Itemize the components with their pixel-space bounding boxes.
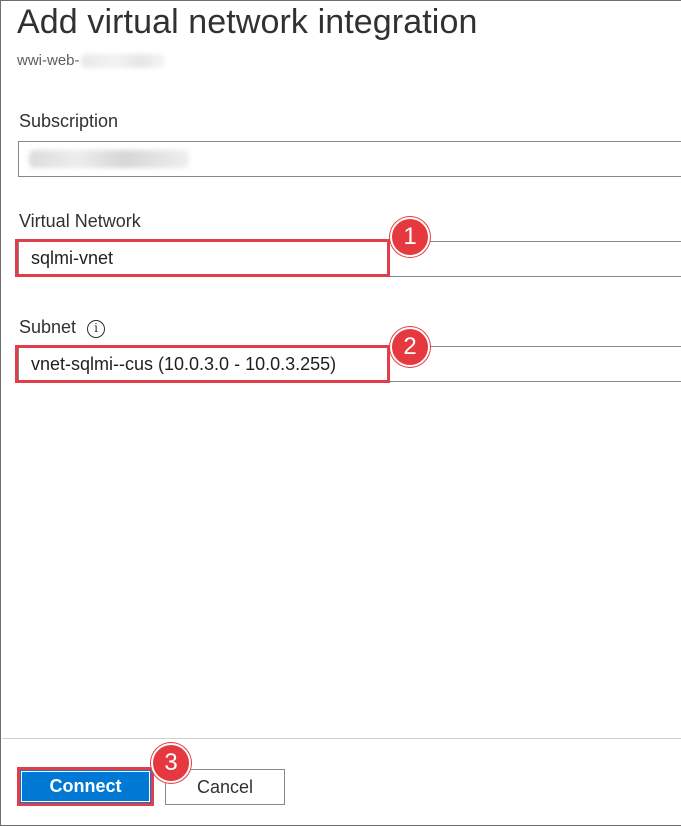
subnet-label: Subnet — [19, 317, 77, 337]
callout-badge-2: 2 — [390, 327, 430, 367]
callout-badge-3: 3 — [151, 743, 191, 783]
app-name-text: wwi-web- — [17, 52, 80, 69]
redacted-subscription-value — [29, 150, 189, 168]
virtual-network-label: Virtual Network — [19, 211, 141, 231]
app-name-subtitle: wwi-web- — [17, 52, 165, 69]
redacted-app-name — [80, 54, 165, 69]
page-title: Add virtual network integration — [17, 3, 478, 41]
subscription-label: Subscription — [19, 111, 119, 131]
info-icon[interactable]: i — [87, 320, 105, 338]
subnet-value[interactable]: vnet-sqlmi--cus (10.0.3.0 - 10.0.3.255) — [15, 345, 390, 383]
subscription-select[interactable] — [18, 141, 681, 177]
add-vnet-integration-panel: Add virtual network integration wwi-web-… — [0, 0, 681, 826]
connect-button[interactable]: Connect — [17, 767, 154, 806]
footer-divider — [2, 738, 681, 739]
virtual-network-value[interactable]: sqlmi-vnet — [15, 239, 390, 277]
callout-badge-1: 1 — [390, 217, 430, 257]
